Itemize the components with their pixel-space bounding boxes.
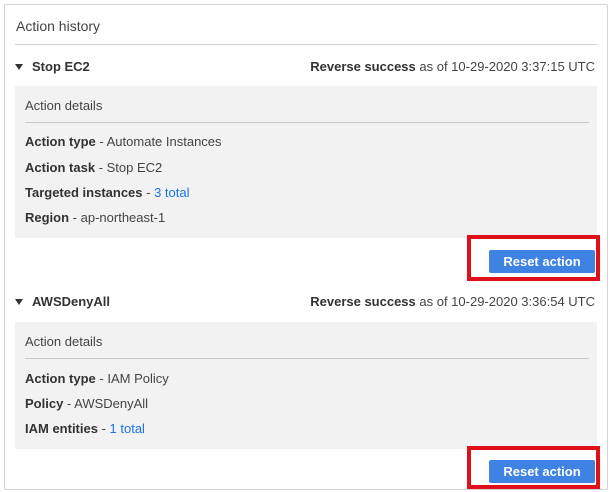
- detail-key: Targeted instances: [25, 185, 143, 200]
- detail-value: AWSDenyAll: [74, 396, 149, 411]
- section-header-awsdenyall[interactable]: AWSDenyAll Reverse success as of 10-29-2…: [15, 292, 597, 312]
- detail-row-action-task: Action task - Stop EC2: [25, 160, 162, 175]
- reset-action-button[interactable]: Reset action: [489, 460, 595, 483]
- detail-key: Policy: [25, 396, 64, 411]
- detail-row-action-type: Action type - Automate Instances: [25, 134, 222, 149]
- reset-action-button[interactable]: Reset action: [489, 250, 595, 273]
- detail-value: IAM Policy: [107, 371, 169, 386]
- status-line: Reverse success as of 10-29-2020 3:36:54…: [310, 292, 595, 312]
- detail-separator: -: [95, 160, 107, 175]
- detail-key: Region: [25, 210, 70, 225]
- action-history-panel: Action history Stop EC2 Reverse success …: [4, 4, 608, 490]
- detail-separator: -: [142, 185, 155, 200]
- section-title: AWSDenyAll: [32, 294, 111, 309]
- highlight-box: Reset action: [467, 446, 600, 489]
- details-title: Action details: [25, 98, 103, 113]
- detail-key: Action task: [25, 160, 96, 175]
- status-label: Reverse success: [310, 294, 416, 309]
- status-line: Reverse success as of 10-29-2020 3:37:15…: [310, 57, 595, 77]
- divider: [15, 44, 597, 45]
- detail-key: Action type: [25, 134, 96, 149]
- caret-down-icon[interactable]: [15, 64, 23, 70]
- status-label: Reverse success: [310, 59, 416, 74]
- detail-separator: -: [97, 421, 110, 436]
- action-details-box: Action details Action type - Automate In…: [15, 86, 597, 238]
- highlight-box: Reset action: [467, 235, 600, 281]
- detail-row-action-type: Action type - IAM Policy: [25, 371, 169, 386]
- iam-entities-link[interactable]: 1 total: [110, 421, 145, 436]
- detail-row-targeted-instances: Targeted instances - 3 total: [25, 185, 190, 200]
- divider: [25, 358, 589, 359]
- status-timestamp: as of 10-29-2020 3:36:54 UTC: [419, 294, 595, 309]
- status-timestamp: as of 10-29-2020 3:37:15 UTC: [419, 59, 595, 74]
- detail-value: Stop EC2: [106, 160, 163, 175]
- details-title: Action details: [25, 334, 103, 349]
- detail-separator: -: [95, 371, 108, 386]
- section-header-stop-ec2[interactable]: Stop EC2 Reverse success as of 10-29-202…: [15, 57, 597, 77]
- detail-value: Automate Instances: [106, 134, 222, 149]
- detail-separator: -: [95, 134, 107, 149]
- detail-separator: -: [69, 210, 81, 225]
- section-title: Stop EC2: [32, 59, 90, 74]
- detail-row-iam-entities: IAM entities - 1 total: [25, 421, 145, 436]
- detail-row-policy: Policy - AWSDenyAll: [25, 396, 148, 411]
- panel-title: Action history: [16, 18, 101, 34]
- detail-separator: -: [63, 396, 75, 411]
- caret-down-icon[interactable]: [15, 299, 23, 305]
- detail-key: IAM entities: [25, 421, 98, 436]
- action-details-box: Action details Action type - IAM Policy …: [15, 322, 597, 449]
- detail-value: ap-northeast-1: [80, 210, 166, 225]
- detail-row-region: Region - ap-northeast-1: [25, 210, 165, 225]
- targeted-instances-link[interactable]: 3 total: [154, 185, 189, 200]
- detail-key: Action type: [25, 371, 96, 386]
- divider: [25, 122, 589, 123]
